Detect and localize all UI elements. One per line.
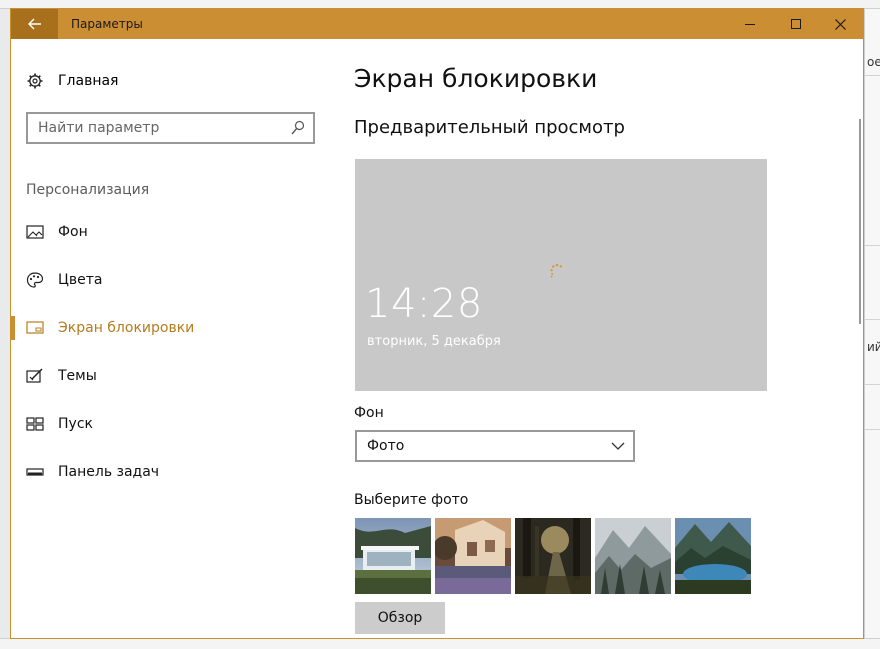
mountain-lake-photo[interactable] <box>675 518 751 594</box>
background-divider <box>865 429 880 430</box>
settings-window: Параметры Главная Персонализация <box>10 8 864 639</box>
forest-road-photo[interactable] <box>515 518 591 594</box>
background-divider <box>865 319 880 320</box>
sidebar-item-label: Экран блокировки <box>58 320 195 336</box>
sidebar-item-colors[interactable]: Цвета <box>11 268 321 292</box>
background-text-fragment: ий а <box>867 340 880 354</box>
sidebar-item-label: Панель задач <box>58 464 160 480</box>
home-nav-item[interactable]: Главная <box>26 71 118 91</box>
arrow-left-icon <box>27 18 41 30</box>
sidebar-item-label: Цвета <box>58 272 103 288</box>
chevron-down-icon <box>611 442 625 450</box>
preview-date: вторник, 5 декабря <box>367 334 501 349</box>
maximize-icon <box>791 19 801 29</box>
sidebar-item-lock-screen[interactable]: Экран блокировки <box>11 316 321 340</box>
browse-button[interactable]: Обзор <box>355 602 445 634</box>
taskbar-icon <box>26 468 44 476</box>
search-icon <box>291 120 305 135</box>
sidebar-item-start[interactable]: Пуск <box>11 412 321 436</box>
background-divider <box>865 384 880 385</box>
gear-icon <box>27 73 43 89</box>
home-label: Главная <box>58 73 119 89</box>
preview-time: 14:28 <box>365 281 483 327</box>
sidebar-item-label: Темы <box>58 368 97 384</box>
maximize-button[interactable] <box>773 9 819 39</box>
start-icon <box>26 417 44 431</box>
background-window-edge: ое ий а <box>864 9 880 649</box>
scrollbar[interactable] <box>859 119 861 324</box>
desktop-bottom-strip <box>0 638 880 649</box>
background-divider <box>865 245 880 246</box>
background-text-fragment: ое <box>867 55 880 69</box>
preview-heading: Предварительный просмотр <box>354 117 625 138</box>
active-indicator <box>11 316 15 340</box>
window-title: Параметры <box>71 17 143 31</box>
lock-screen-icon <box>26 321 44 334</box>
misty-mountains-photo[interactable] <box>595 518 671 594</box>
back-button[interactable] <box>11 9 58 39</box>
sidebar-item-label: Пуск <box>58 416 93 432</box>
sidebar-item-background[interactable]: Фон <box>11 220 321 244</box>
minimize-icon <box>745 23 755 25</box>
close-button[interactable] <box>817 9 863 39</box>
garden-house-photo[interactable] <box>435 518 511 594</box>
sidebar-item-taskbar[interactable]: Панель задач <box>11 460 321 484</box>
title-bar: Параметры <box>11 9 863 39</box>
search-box[interactable] <box>26 112 315 144</box>
loading-spinner-icon <box>550 263 562 278</box>
themes-icon <box>26 368 43 383</box>
palette-icon <box>26 272 44 288</box>
choose-photo-label: Выберите фото <box>354 492 469 508</box>
picture-icon <box>26 225 44 239</box>
search-input[interactable] <box>38 119 278 137</box>
page-title: Экран блокировки <box>354 64 598 93</box>
background-divider <box>865 75 880 76</box>
sidebar-item-themes[interactable]: Темы <box>11 364 321 388</box>
section-label-personalization: Персонализация <box>26 182 150 198</box>
background-select-value: Фото <box>367 438 405 454</box>
background-label: Фон <box>354 405 384 421</box>
lock-screen-preview: 14:28 вторник, 5 декабря <box>355 159 767 391</box>
background-select[interactable]: Фото <box>355 430 635 462</box>
sidebar-item-label: Фон <box>58 224 88 240</box>
minimize-button[interactable] <box>727 9 773 39</box>
close-icon <box>834 18 846 30</box>
modern-house-photo[interactable] <box>355 518 431 594</box>
